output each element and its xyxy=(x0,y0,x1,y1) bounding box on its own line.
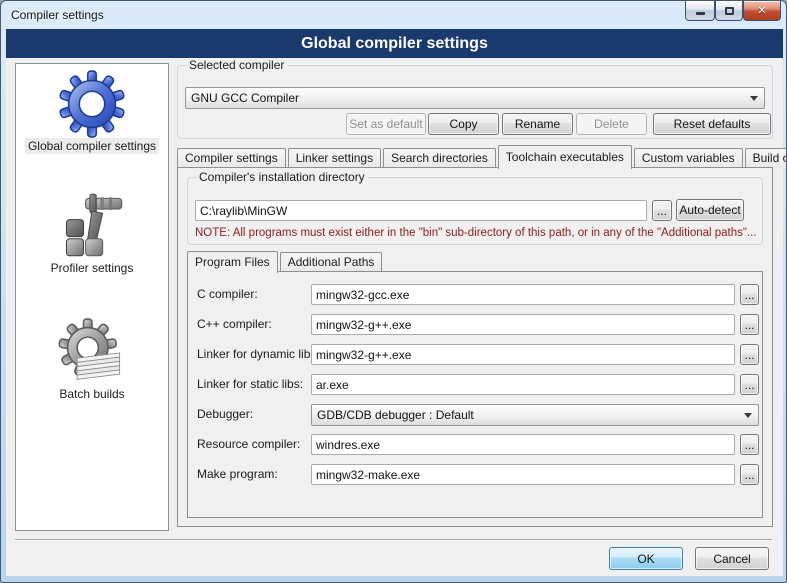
make-program-input[interactable] xyxy=(311,464,735,485)
sidebar-item-label: Global compiler settings xyxy=(25,138,159,154)
debugger-select[interactable]: GDB/CDB debugger : Default xyxy=(311,404,759,426)
window-title: Compiler settings xyxy=(11,8,104,22)
c-compiler-label: C compiler: xyxy=(197,287,258,301)
rename-button[interactable]: Rename xyxy=(502,113,573,135)
program-tabs: Program Files Additional Paths xyxy=(187,250,384,272)
linker-static-label: Linker for static libs: xyxy=(197,377,303,391)
linker-dynamic-input[interactable] xyxy=(311,344,735,365)
c-compiler-input[interactable] xyxy=(311,284,735,305)
linker-static-browse-button[interactable]: ... xyxy=(740,374,759,395)
dropdown-arrow-icon xyxy=(750,96,758,101)
resource-compiler-input[interactable] xyxy=(311,434,735,455)
ok-button[interactable]: OK xyxy=(609,547,683,570)
linker-dynamic-label: Linker for dynamic libs: xyxy=(197,347,320,361)
tab-linker-settings[interactable]: Linker settings xyxy=(288,148,381,168)
sidebar-item-label: Batch builds xyxy=(56,386,127,402)
linker-static-input[interactable] xyxy=(311,374,735,395)
cpp-compiler-input[interactable] xyxy=(311,314,735,335)
maximize-icon xyxy=(725,7,734,15)
make-program-browse-button[interactable]: ... xyxy=(740,464,759,485)
set-as-default-button[interactable]: Set as default xyxy=(346,113,426,135)
dropdown-arrow-icon xyxy=(744,413,752,418)
minimize-icon xyxy=(696,12,705,15)
sidebar-item-global-compiler-settings[interactable]: Global compiler settings xyxy=(16,70,168,154)
caliper-icon xyxy=(58,192,126,260)
close-icon: ✕ xyxy=(757,2,766,20)
tab-build-options[interactable]: Build options xyxy=(745,148,787,168)
tab-custom-variables[interactable]: Custom variables xyxy=(634,148,743,168)
compiler-tabs: Compiler settings Linker settings Search… xyxy=(177,144,787,168)
tab-additional-paths[interactable]: Additional Paths xyxy=(280,252,383,272)
sidebar-item-batch-builds[interactable]: Batch builds xyxy=(16,318,168,402)
titlebar[interactable]: Compiler settings ✕ xyxy=(1,1,786,29)
dialog-body: Global compiler settings xyxy=(6,58,783,576)
delete-button[interactable]: Delete xyxy=(576,113,647,135)
cpp-compiler-label: C++ compiler: xyxy=(197,317,272,331)
compiler-settings-dialog: Compiler settings ✕ Global compiler sett… xyxy=(0,0,787,583)
make-program-label: Make program: xyxy=(197,467,278,481)
minimize-button[interactable] xyxy=(685,1,715,21)
cpp-compiler-browse-button[interactable]: ... xyxy=(740,314,759,335)
settings-category-list: Global compiler settings xyxy=(15,63,169,531)
sidebar-item-label: Profiler settings xyxy=(48,260,137,276)
debugger-select-value: GDB/CDB debugger : Default xyxy=(317,408,474,422)
installation-directory-group-label: Compiler's installation directory xyxy=(196,170,368,184)
maximize-button[interactable] xyxy=(715,1,743,21)
tab-compiler-settings[interactable]: Compiler settings xyxy=(177,148,286,168)
installation-directory-input[interactable] xyxy=(195,200,647,221)
sidebar-item-profiler-settings[interactable]: Profiler settings xyxy=(16,192,168,276)
installation-note: NOTE: All programs must exist either in … xyxy=(195,227,759,239)
installation-directory-browse-button[interactable]: ... xyxy=(652,200,672,221)
debugger-label: Debugger: xyxy=(197,407,253,421)
selected-compiler-group-label: Selected compiler xyxy=(186,58,287,72)
gray-gear-stack-icon xyxy=(58,318,126,386)
tab-search-directories[interactable]: Search directories xyxy=(383,148,496,168)
footer-divider xyxy=(15,539,772,541)
compiler-select[interactable]: GNU GCC Compiler xyxy=(185,87,765,109)
blue-gear-icon xyxy=(58,70,126,138)
linker-dynamic-browse-button[interactable]: ... xyxy=(740,344,759,365)
cancel-button[interactable]: Cancel xyxy=(695,547,769,570)
tab-toolchain-executables[interactable]: Toolchain executables xyxy=(498,145,632,169)
auto-detect-button[interactable]: Auto-detect xyxy=(676,199,744,221)
copy-button[interactable]: Copy xyxy=(428,113,499,135)
close-button[interactable]: ✕ xyxy=(743,1,781,21)
c-compiler-browse-button[interactable]: ... xyxy=(740,284,759,305)
tab-program-files[interactable]: Program Files xyxy=(187,251,278,273)
resource-compiler-label: Resource compiler: xyxy=(197,437,300,451)
page-title: Global compiler settings xyxy=(6,29,783,58)
compiler-select-value: GNU GCC Compiler xyxy=(191,91,299,105)
reset-defaults-button[interactable]: Reset defaults xyxy=(653,113,771,135)
resource-compiler-browse-button[interactable]: ... xyxy=(740,434,759,455)
